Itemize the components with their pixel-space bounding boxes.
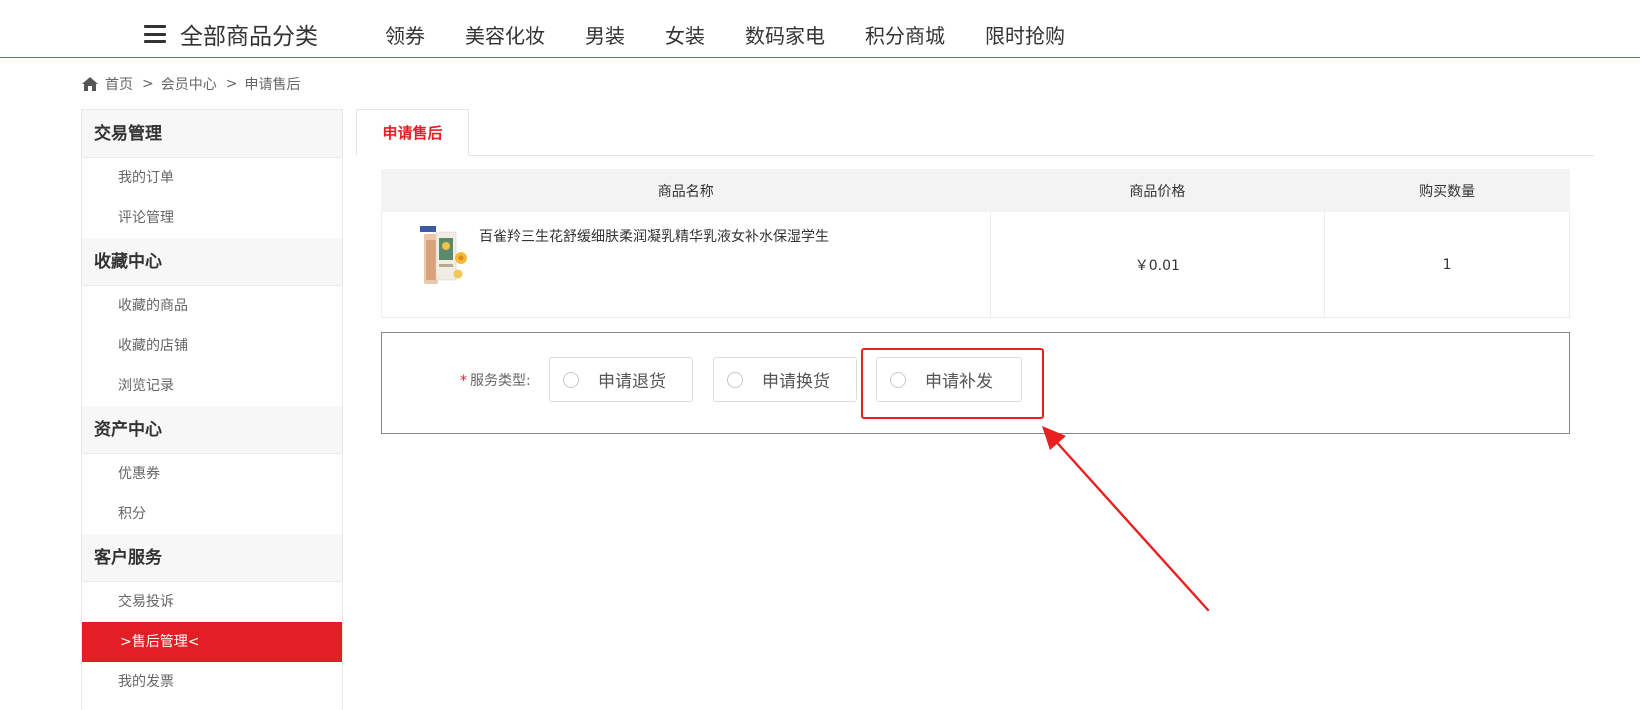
annotation-highlight-box <box>861 348 1044 419</box>
product-quantity: 1 <box>1324 211 1570 318</box>
sidebar-group-title: 收藏中心 <box>82 238 342 286</box>
table-header-row: 商品名称 商品价格 购买数量 <box>381 169 1570 212</box>
breadcrumb-separator: > <box>142 76 154 92</box>
sidebar-item-favorite-goods[interactable]: 收藏的商品 <box>82 286 342 326</box>
sidebar-item-history[interactable]: 浏览记录 <box>82 366 342 406</box>
sidebar-item-my-orders[interactable]: 我的订单 <box>82 158 342 198</box>
sidebar-group-title: 资产中心 <box>82 406 342 454</box>
sidebar-item-points[interactable]: 积分 <box>82 494 342 534</box>
all-categories-label: 全部商品分类 <box>180 24 318 50</box>
sidebar-item-coupons[interactable]: 优惠券 <box>82 454 342 494</box>
home-icon <box>82 77 98 91</box>
radio-circle-icon[interactable] <box>563 371 579 388</box>
breadcrumb: 首页 > 会员中心 > 申请售后 <box>81 74 300 94</box>
sidebar-group-title: 交易管理 <box>82 110 342 158</box>
all-categories-button[interactable]: 全部商品分类 <box>144 18 318 50</box>
sidebar-item-complaints[interactable]: 交易投诉 <box>82 582 342 622</box>
nav-item-coupons[interactable]: 领券 <box>385 20 425 49</box>
service-type-label: * 服务类型: <box>460 370 531 390</box>
nav-item-flash-sale[interactable]: 限时抢购 <box>985 20 1065 49</box>
table-row: 百雀羚三生花舒缓细肤柔润凝乳精华乳液女补水保湿学生 ￥0.01 1 <box>381 211 1570 318</box>
product-image[interactable] <box>418 226 468 288</box>
nav-links: 领券 美容化妆 男装 女装 数码家电 积分商城 限时抢购 <box>385 18 1065 50</box>
service-type-label-text: 服务类型: <box>470 373 531 389</box>
sidebar-group-title: 客户服务 <box>82 534 342 582</box>
required-mark: * <box>460 373 467 389</box>
nav-item-beauty[interactable]: 美容化妆 <box>465 20 545 49</box>
goods-table: 商品名称 商品价格 购买数量 百雀羚三生花舒缓细肤柔润凝乳精华乳液女补水保湿学生… <box>381 169 1570 318</box>
sidebar-item-favorite-shops[interactable]: 收藏的店铺 <box>82 326 342 366</box>
column-header-name: 商品名称 <box>381 169 991 212</box>
breadcrumb-separator: > <box>225 76 238 92</box>
nav-item-points-mall[interactable]: 积分商城 <box>865 20 945 49</box>
sidebar-item-invoices[interactable]: 我的发票 <box>82 662 342 702</box>
radio-circle-icon[interactable] <box>727 371 743 388</box>
breadcrumb-current: 申请售后 <box>244 77 301 93</box>
top-navigation: 全部商品分类 领券 美容化妆 男装 女装 数码家电 积分商城 限时抢购 <box>0 0 1640 58</box>
nav-item-digital[interactable]: 数码家电 <box>745 20 825 49</box>
tab-bar: 申请售后 <box>356 109 1594 156</box>
column-header-qty: 购买数量 <box>1324 169 1570 212</box>
sidebar-item-after-sales[interactable]: >售后管理< <box>82 622 342 662</box>
column-header-price: 商品价格 <box>989 169 1326 212</box>
option-label: 申请退货 <box>598 372 666 392</box>
option-return-goods[interactable]: 申请退货 <box>549 357 693 402</box>
option-label: 申请换货 <box>762 372 830 392</box>
nav-item-womenswear[interactable]: 女装 <box>665 20 705 49</box>
nav-item-menswear[interactable]: 男装 <box>585 20 625 49</box>
product-cell: 百雀羚三生花舒缓细肤柔润凝乳精华乳液女补水保湿学生 <box>381 211 991 318</box>
tab-apply-after-sales[interactable]: 申请售后 <box>356 109 469 156</box>
sidebar-item-reviews[interactable]: 评论管理 <box>82 198 342 238</box>
product-price: ￥0.01 <box>989 211 1326 318</box>
product-name[interactable]: 百雀羚三生花舒缓细肤柔润凝乳精华乳液女补水保湿学生 <box>479 226 829 246</box>
menu-icon <box>144 25 166 43</box>
sidebar: 交易管理 我的订单 评论管理 收藏中心 收藏的商品 收藏的店铺 浏览记录 资产中… <box>81 109 343 710</box>
breadcrumb-home[interactable]: 首页 <box>105 74 133 94</box>
option-exchange-goods[interactable]: 申请换货 <box>713 357 857 402</box>
annotation-arrow-icon <box>1042 426 1210 612</box>
breadcrumb-member-center[interactable]: 会员中心 <box>161 74 217 94</box>
